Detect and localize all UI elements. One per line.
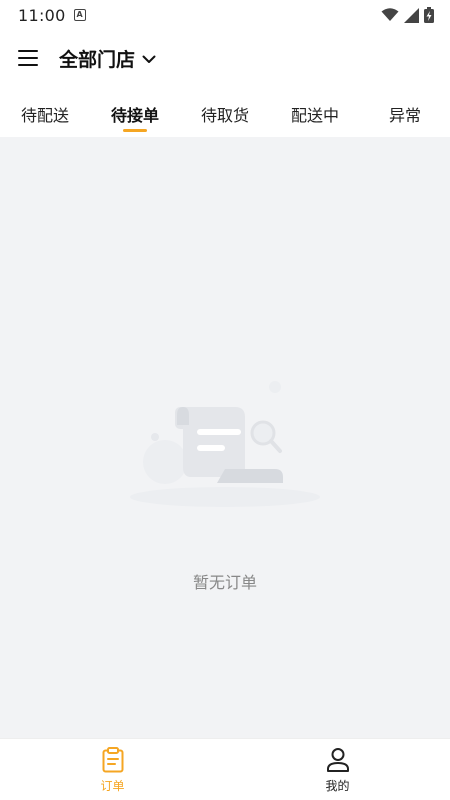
store-selector-label: 全部门店 [59,48,136,71]
menu-icon[interactable] [18,50,38,66]
bottom-navigation: 订单 我的 [0,738,450,800]
order-status-tabs: 待配送 待接单 待取货 配送中 异常 [0,90,450,136]
active-tab-indicator [123,129,147,132]
empty-document-icon [130,381,320,507]
tab-label: 配送中 [290,106,339,125]
status-time: 11:00 [18,5,66,25]
tab-pending-delivery[interactable]: 待配送 [0,90,90,136]
chevron-down-icon [142,55,156,63]
nav-item-orders[interactable]: 订单 [0,739,225,800]
tab-label: 异常 [388,106,421,125]
a-box-icon: A [73,9,86,21]
wifi-icon [381,8,399,21]
clipboard-icon [102,747,123,773]
nav-label: 订单 [100,779,125,793]
tab-exception[interactable]: 异常 [360,90,450,136]
empty-state-message: 暂无订单 [192,573,257,592]
battery-charging-icon [424,7,434,23]
status-bar: 11:00 A [0,0,450,30]
order-list-area[interactable]: 暂无订单 [0,137,450,738]
tab-pending-pickup[interactable]: 待取货 [180,90,270,136]
nav-item-profile[interactable]: 我的 [225,739,450,800]
person-icon [326,748,349,772]
status-icons [381,7,434,23]
tab-in-delivery[interactable]: 配送中 [270,90,360,136]
nav-label: 我的 [325,779,350,793]
app-header: 全部门店 [0,36,450,80]
tab-pending-acceptance[interactable]: 待接单 [90,90,180,136]
store-selector[interactable]: 全部门店 [59,45,156,72]
signal-icon [404,7,419,23]
tab-label: 待取货 [200,106,249,125]
tab-label: 待接单 [110,106,159,125]
tab-label: 待配送 [20,106,69,125]
